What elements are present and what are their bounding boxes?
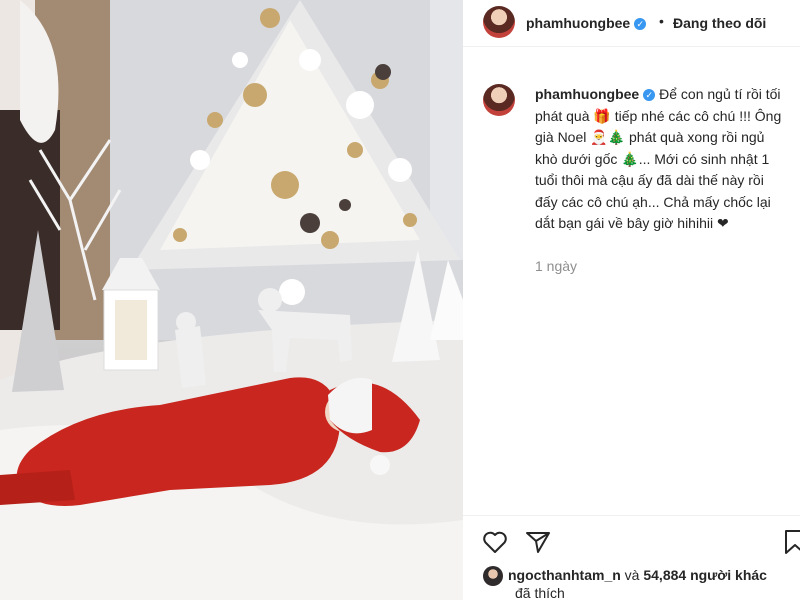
verified-badge-icon: ✓ [643,89,656,101]
caption-username[interactable]: phamhuongbee [535,86,639,102]
liked-suffix: đã thích [515,585,565,601]
liker-username[interactable]: ngocthanhtam_n [508,567,621,583]
post-sidebar: phamhuongbee ✓ • Đang theo dõi phamhuongb… [463,0,800,601]
author-username-link[interactable]: phamhuongbee ✓ [526,15,647,31]
heart-icon[interactable] [481,528,509,556]
verified-badge-icon: ✓ [634,18,647,30]
liked-by-text: ngocthanhtam_n và 54,884 người khác [508,567,767,583]
following-button[interactable]: Đang theo dõi [673,15,766,31]
author-username[interactable]: phamhuongbee [526,15,630,31]
separator-dot: • [659,13,664,29]
post-caption: phamhuongbee ✓ Để con ngủ tí rồi tối phát… [535,84,785,235]
author-avatar[interactable] [483,6,515,38]
action-bar [463,515,800,566]
paper-plane-icon[interactable] [524,528,552,556]
caption-author-avatar[interactable] [483,84,515,116]
caption-text: Để con ngủ tí rồi tối phát quà 🎁 tiếp nh… [535,86,782,231]
photo-scene [0,0,463,600]
post-header: phamhuongbee ✓ • Đang theo dõi [463,0,800,47]
liker-avatar[interactable] [483,566,503,586]
others-count-link[interactable]: 54,884 người khác [643,567,767,583]
post-timestamp[interactable]: 1 ngày [535,258,577,274]
lantern [102,258,160,371]
post-photo[interactable] [0,0,463,600]
liked-by-connector: và [620,567,644,583]
bookmark-icon[interactable] [781,528,800,556]
